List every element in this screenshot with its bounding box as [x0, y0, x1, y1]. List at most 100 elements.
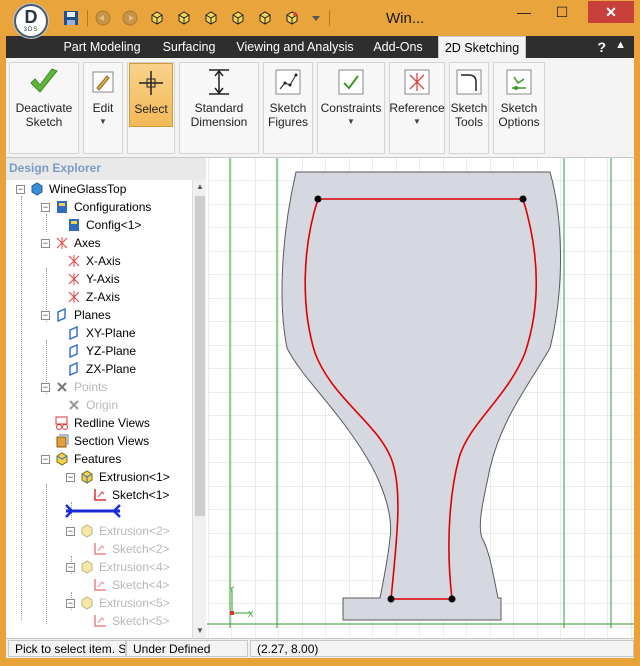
tree-node-extrusion-1[interactable]: − Extrusion<1>: [66, 468, 170, 486]
tree-node-origin[interactable]: Origin: [66, 396, 118, 414]
explorer-scrollbar[interactable]: ▲ ▼: [192, 180, 206, 638]
app-logo-sub: 3DS: [23, 27, 39, 33]
extrusion-icon: [79, 559, 95, 575]
chevron-down-icon: ▼: [413, 117, 421, 126]
toolbar-separator: [87, 10, 88, 26]
cube-view-icon[interactable]: [281, 8, 303, 28]
sketch-tools-button[interactable]: Sketch Tools: [450, 63, 488, 151]
rollback-bar[interactable]: [64, 504, 124, 518]
tree-node-extrusion-4[interactable]: − Extrusion<4>: [66, 558, 170, 576]
standard-dimension-button[interactable]: Standard Dimension: [180, 63, 258, 151]
tab-part-modeling[interactable]: Part Modeling: [58, 36, 146, 58]
tree-node-x-axis[interactable]: X-Axis: [66, 252, 121, 270]
sketch-icon: [92, 577, 108, 593]
edit-pencil-icon: [87, 67, 119, 97]
tree-label: Sketch<1>: [112, 488, 170, 502]
status-bar: Pick to select item. Sh Under Defined (2…: [6, 638, 634, 658]
maximize-button[interactable]: ☐: [548, 1, 576, 23]
tree-node-xy-plane[interactable]: XY-Plane: [66, 324, 136, 342]
cube-view-icon[interactable]: [200, 8, 222, 28]
collapse-toggle[interactable]: −: [66, 598, 75, 608]
tab-add-ons[interactable]: Add-Ons: [368, 36, 428, 58]
constraints-icon: [335, 67, 367, 97]
tree-label: Extrusion<2>: [99, 524, 170, 538]
tree-node-config-1[interactable]: Config<1>: [66, 216, 141, 234]
tree-node-root[interactable]: − WineGlassTop: [16, 180, 126, 198]
collapse-toggle[interactable]: −: [41, 310, 50, 320]
deactivate-label-1: Deactivate: [15, 101, 73, 115]
fillet-icon: [453, 67, 485, 97]
tree-node-redline-views[interactable]: Redline Views: [54, 414, 150, 432]
tree-node-configurations[interactable]: − Configurations: [41, 198, 151, 216]
edit-button[interactable]: Edit ▼: [84, 63, 122, 151]
axis-x-label: X: [248, 610, 254, 619]
constraints-label: Constraints: [320, 101, 382, 115]
sketch-canvas[interactable]: X Y: [207, 158, 634, 638]
constraints-button[interactable]: Constraints ▼: [318, 63, 384, 151]
collapse-toggle[interactable]: −: [41, 454, 50, 464]
tree-node-points[interactable]: − Points: [41, 378, 107, 396]
scroll-thumb[interactable]: [195, 196, 205, 516]
minimize-button[interactable]: —: [510, 1, 538, 23]
customize-dropdown-icon[interactable]: [308, 8, 324, 28]
tree-node-axes[interactable]: − Axes: [41, 234, 101, 252]
tree-label: Extrusion<4>: [99, 560, 170, 574]
tree-node-sketch-2[interactable]: Sketch<2>: [92, 540, 169, 558]
sketch-point[interactable]: [314, 195, 322, 203]
tree-node-yz-plane[interactable]: YZ-Plane: [66, 342, 136, 360]
deactivate-sketch-button[interactable]: Deactivate Sketch: [10, 63, 78, 151]
sketch-icon: [92, 613, 108, 629]
tree-line: [21, 196, 22, 620]
tree-node-z-axis[interactable]: Z-Axis: [66, 288, 120, 306]
collapse-toggle[interactable]: −: [66, 562, 75, 572]
scroll-down-icon[interactable]: ▼: [193, 624, 207, 638]
sketch-figures-button[interactable]: Sketch Figures: [264, 63, 312, 151]
sketch-point[interactable]: [387, 595, 395, 603]
extrusion-icon: [79, 595, 95, 611]
collapse-ribbon-icon[interactable]: ▲: [615, 39, 626, 51]
tab-2d-sketching[interactable]: 2D Sketching: [438, 36, 526, 58]
tree-node-y-axis[interactable]: Y-Axis: [66, 270, 120, 288]
close-button[interactable]: ✕: [588, 1, 634, 23]
tree-node-extrusion-5[interactable]: − Extrusion<5>: [66, 594, 170, 612]
status-sketch-state: Under Defined: [126, 640, 248, 657]
ribbon-group-constraints: Constraints ▼: [317, 62, 385, 154]
app-logo[interactable]: D 3DS: [14, 4, 48, 38]
cube-view-icon[interactable]: [146, 8, 168, 28]
tree-label: Section Views: [74, 434, 150, 448]
sketch-viewport[interactable]: X Y: [207, 158, 634, 638]
tree-node-extrusion-2[interactable]: − Extrusion<2>: [66, 522, 170, 540]
tree-node-planes[interactable]: − Planes: [41, 306, 111, 324]
collapse-toggle[interactable]: −: [41, 202, 50, 212]
tree-node-features[interactable]: − Features: [41, 450, 121, 468]
tree-node-sketch-5[interactable]: Sketch<5>: [92, 612, 169, 630]
status-message: Pick to select item. Sh: [8, 640, 126, 657]
collapse-toggle[interactable]: −: [41, 382, 50, 392]
tree-node-sketch-4[interactable]: Sketch<4>: [92, 576, 169, 594]
help-icon[interactable]: ?: [597, 39, 606, 55]
sketch-point[interactable]: [519, 195, 527, 203]
cube-view-icon[interactable]: [227, 8, 249, 28]
tree-node-section-views[interactable]: Section Views: [54, 432, 149, 450]
undo-icon[interactable]: [92, 8, 114, 28]
sketch-options-button[interactable]: Sketch Options: [494, 63, 544, 151]
cube-view-icon[interactable]: [254, 8, 276, 28]
tree-node-sketch-1[interactable]: Sketch<1>: [92, 486, 169, 504]
tree-label: Sketch<5>: [112, 614, 170, 628]
tab-viewing-analysis[interactable]: Viewing and Analysis: [234, 36, 356, 58]
sketch-point[interactable]: [448, 595, 456, 603]
tree-node-zx-plane[interactable]: ZX-Plane: [66, 360, 136, 378]
select-button[interactable]: Select: [129, 63, 173, 127]
collapse-toggle[interactable]: −: [16, 184, 25, 194]
tree-label: Redline Views: [74, 416, 150, 430]
tab-surfacing[interactable]: Surfacing: [156, 36, 222, 58]
collapse-toggle[interactable]: −: [66, 472, 75, 482]
cube-view-icon[interactable]: [173, 8, 195, 28]
tree-label: Points: [74, 380, 108, 394]
collapse-toggle[interactable]: −: [41, 238, 50, 248]
save-icon[interactable]: [60, 8, 82, 28]
collapse-toggle[interactable]: −: [66, 526, 75, 536]
redo-icon[interactable]: [119, 8, 141, 28]
scroll-up-icon[interactable]: ▲: [193, 180, 207, 194]
reference-button[interactable]: Reference ▼: [389, 63, 445, 151]
